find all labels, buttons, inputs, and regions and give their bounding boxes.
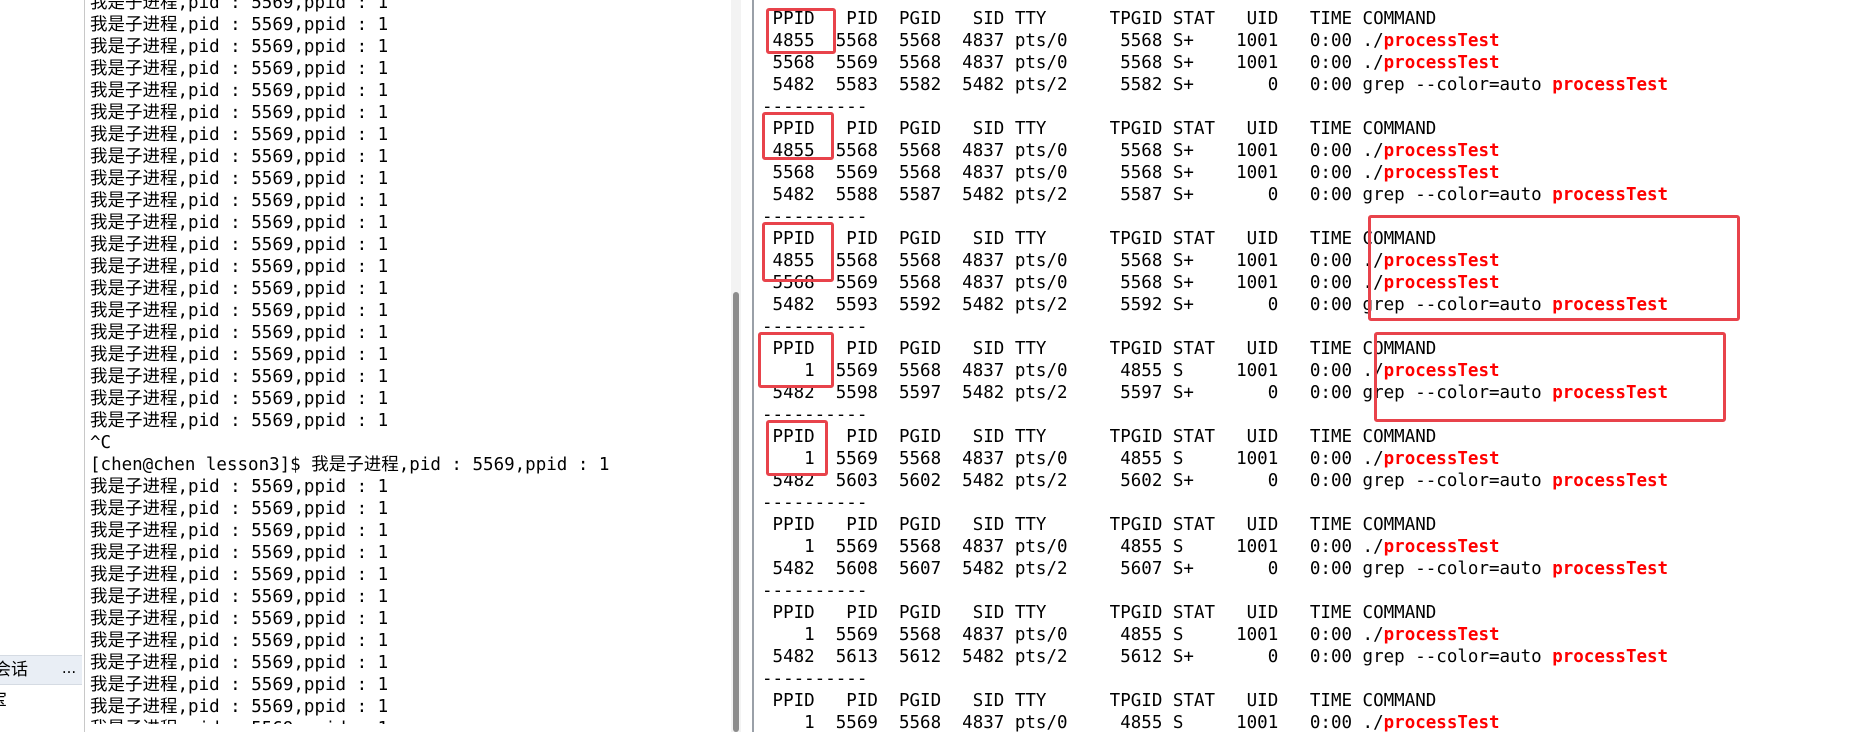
annotation-box-ppid-1 bbox=[766, 8, 836, 54]
terminal-line: PPID PID PGID SID TTY TPGID STAT UID TIM… bbox=[762, 515, 1437, 535]
terminal-line: PPID PID PGID SID TTY TPGID STAT UID TIM… bbox=[762, 691, 1437, 711]
sidebar-item-label: 宝 bbox=[0, 688, 7, 712]
terminal-line: 我是子进程,pid : 5569,ppid : 1 bbox=[90, 521, 389, 541]
terminal-line: 我是子进程,pid : 5569,ppid : 1 bbox=[90, 301, 389, 321]
terminal-line: 我是子进程,pid : 5569,ppid : 1 bbox=[90, 213, 389, 233]
highlighted-match: processTest bbox=[1552, 75, 1669, 95]
terminal-line: 5482 5608 5607 5482 pts/2 5607 S+ 0 0:00… bbox=[762, 559, 1669, 579]
app-window: 会话 ... 宝 我是子进程,pid : 5569,ppid : 1我是子进程,… bbox=[0, 0, 1872, 732]
terminal-line: 我是子进程,pid : 5569,ppid : 1 bbox=[90, 543, 389, 563]
annotation-box-ppid-4 bbox=[758, 332, 834, 388]
terminal-line: 我是子进程,pid : 5569,ppid : 1 bbox=[90, 15, 389, 35]
terminal-line: 我是子进程,pid : 5569,ppid : 1 bbox=[90, 169, 389, 189]
terminal-line: 我是子进程,pid : 5569,ppid : 1 bbox=[90, 411, 389, 431]
annotation-box-command-1 bbox=[1368, 215, 1740, 321]
terminal-line: 我是子进程,pid : 5569,ppid : 1 bbox=[90, 477, 389, 497]
terminal-line: PPID PID PGID SID TTY TPGID STAT UID TIM… bbox=[762, 9, 1437, 29]
terminal-line: 5482 5613 5612 5482 pts/2 5612 S+ 0 0:00… bbox=[762, 647, 1669, 667]
terminal-line: 我是子进程,pid : 5569,ppid : 1 bbox=[90, 631, 389, 651]
terminal-line: 我是子进程,pid : 5569,ppid : 1 bbox=[90, 323, 389, 343]
terminal-line: ---------- bbox=[762, 581, 868, 601]
terminal-line: 我是子进程,pid : 5569,ppid : 1 bbox=[90, 653, 389, 673]
terminal-line: [chen@chen lesson3]$ 我是子进程,pid : 5569,pp… bbox=[90, 455, 610, 475]
sidebar-item-session[interactable]: 会话 ... bbox=[0, 658, 80, 682]
highlighted-match: processTest bbox=[1383, 625, 1500, 645]
highlighted-match: processTest bbox=[1552, 471, 1669, 491]
annotation-box-ppid-5 bbox=[766, 420, 828, 476]
highlighted-match: processTest bbox=[1552, 185, 1669, 205]
terminal-line: 5568 5569 5568 4837 pts/0 5568 S+ 1001 0… bbox=[762, 53, 1500, 73]
terminal-line: 5482 5603 5602 5482 pts/2 5602 S+ 0 0:00… bbox=[762, 471, 1669, 491]
terminal-line: ---------- bbox=[762, 97, 868, 117]
terminal-line: 我是子进程,pid : 5569,ppid : 1 bbox=[90, 257, 389, 277]
highlighted-match: processTest bbox=[1383, 163, 1500, 183]
terminal-line: 我是子进程,pid : 5569,ppid : 1 bbox=[90, 367, 389, 387]
terminal-line: 我是子进程,pid : 5569,ppid : 1 bbox=[90, 499, 389, 519]
terminal-line: PPID PID PGID SID TTY TPGID STAT UID TIM… bbox=[762, 119, 1437, 139]
annotation-box-ppid-3 bbox=[762, 222, 834, 282]
terminal-line: 我是子进程,pid : 5569,ppid : 1 bbox=[90, 103, 389, 123]
terminal-line: ^C bbox=[90, 433, 112, 453]
session-sidebar: 会话 ... 宝 bbox=[0, 0, 85, 732]
terminal-line: 4855 5568 5568 4837 pts/0 5568 S+ 1001 0… bbox=[762, 141, 1500, 161]
terminal-line: 我是子进程,pid : 5569,ppid : 1 bbox=[90, 37, 389, 57]
more-options-button[interactable]: ... bbox=[58, 658, 80, 682]
scrollbar-thumb[interactable] bbox=[733, 292, 739, 732]
terminal-line: 1 5569 5568 4837 pts/0 4855 S 1001 0:00 … bbox=[762, 625, 1500, 645]
highlighted-match: processTest bbox=[1383, 537, 1500, 557]
pane-divider[interactable] bbox=[752, 0, 754, 732]
sidebar-item-2[interactable]: 宝 bbox=[0, 688, 80, 712]
highlighted-match: processTest bbox=[1383, 713, 1500, 732]
annotation-box-ppid-2 bbox=[762, 112, 834, 160]
terminal-line: 我是子进程,pid : 5569,ppid : 1 bbox=[90, 125, 389, 145]
terminal-line: 1 5569 5568 4837 pts/0 4855 S 1001 0:00 … bbox=[762, 537, 1500, 557]
sidebar-item-label: 会话 bbox=[0, 660, 28, 680]
terminal-line: ---------- bbox=[762, 669, 868, 689]
terminal-line: 我是子进程,pid : 5569,ppid : 1 bbox=[90, 0, 389, 13]
highlighted-match: processTest bbox=[1552, 647, 1669, 667]
highlighted-match: processTest bbox=[1383, 53, 1500, 73]
terminal-line: 4855 5568 5568 4837 pts/0 5568 S+ 1001 0… bbox=[762, 31, 1500, 51]
terminal-line: 我是子进程,pid : 5569,ppid : 1 bbox=[90, 609, 389, 629]
terminal-line: 我是子进程,pid : 5569,ppid : 1 bbox=[90, 675, 389, 695]
terminal-line: 我是子进程,pid : 5569,ppid : 1 bbox=[90, 81, 389, 101]
terminal-line: 我是子进程,pid : 5569,ppid : 1 bbox=[90, 279, 389, 299]
highlighted-match: processTest bbox=[1383, 141, 1500, 161]
highlighted-match: processTest bbox=[1383, 449, 1500, 469]
terminal-line: 1 5569 5568 4837 pts/0 4855 S 1001 0:00 … bbox=[762, 713, 1500, 732]
highlighted-match: processTest bbox=[1552, 559, 1669, 579]
terminal-line: 我是子进程,pid : 5569,ppid : 1 bbox=[90, 718, 730, 724]
annotation-box-command-2 bbox=[1374, 332, 1726, 422]
terminal-line: 我是子进程,pid : 5569,ppid : 1 bbox=[90, 147, 389, 167]
terminal-line: 1 5569 5568 4837 pts/0 4855 S 1001 0:00 … bbox=[762, 449, 1500, 469]
terminal-line: 我是子进程,pid : 5569,ppid : 1 bbox=[90, 587, 389, 607]
terminal-line: 5568 5569 5568 4837 pts/0 5568 S+ 1001 0… bbox=[762, 163, 1500, 183]
terminal-line: ---------- bbox=[762, 493, 868, 513]
terminal-line: PPID PID PGID SID TTY TPGID STAT UID TIM… bbox=[762, 427, 1437, 447]
terminal-line: 我是子进程,pid : 5569,ppid : 1 bbox=[90, 59, 389, 79]
terminal-line: 我是子进程,pid : 5569,ppid : 1 bbox=[90, 697, 389, 717]
terminal-line: 我是子进程,pid : 5569,ppid : 1 bbox=[90, 389, 389, 409]
terminal-line: 我是子进程,pid : 5569,ppid : 1 bbox=[90, 565, 389, 585]
left-terminal-output[interactable]: 我是子进程,pid : 5569,ppid : 1 我是子进程,pid : 556… bbox=[90, 0, 730, 724]
terminal-line: 5482 5588 5587 5482 pts/2 5587 S+ 0 0:00… bbox=[762, 185, 1669, 205]
terminal-line: 我是子进程,pid : 5569,ppid : 1 bbox=[90, 345, 389, 365]
highlighted-match: processTest bbox=[1383, 31, 1500, 51]
terminal-line: 我是子进程,pid : 5569,ppid : 1 bbox=[90, 235, 389, 255]
terminal-line: PPID PID PGID SID TTY TPGID STAT UID TIM… bbox=[762, 603, 1437, 623]
terminal-line: 5482 5583 5582 5482 pts/2 5582 S+ 0 0:00… bbox=[762, 75, 1669, 95]
terminal-line: 我是子进程,pid : 5569,ppid : 1 bbox=[90, 191, 389, 211]
